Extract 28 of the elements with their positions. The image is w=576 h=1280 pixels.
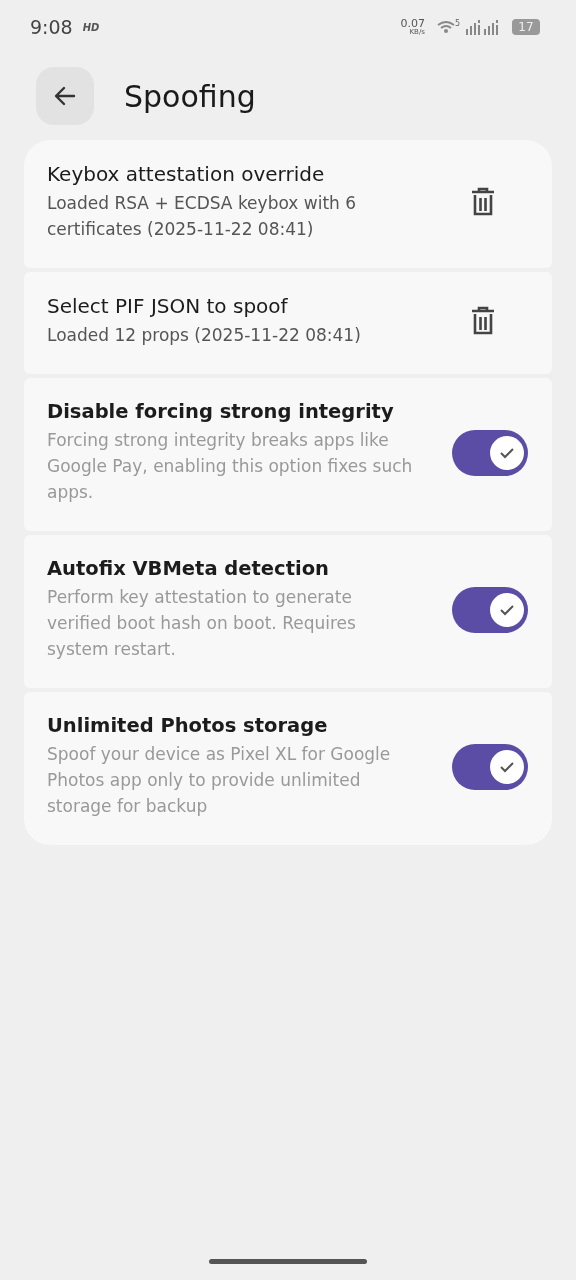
status-time: 9:08	[30, 16, 73, 38]
setting-description: Spoof your device as Pixel XL for Google Photos app only to provide unlimited storage for backup	[47, 743, 392, 818]
setting-description: Loaded 12 props (2025-11-22 08:41)	[47, 324, 362, 347]
setting-item[interactable]: Select PIF JSON to spoof Loaded 12 props (2025-11-22 08:41)	[24, 272, 552, 374]
delete-icon[interactable]	[470, 187, 496, 217]
setting-title: Autofix VBMeta detection	[47, 557, 330, 580]
toggle-switch[interactable]	[452, 743, 528, 790]
page-title: Spoofing	[124, 78, 256, 114]
setting-title: Select PIF JSON to spoof	[47, 294, 289, 318]
battery-indicator: 17	[512, 19, 540, 35]
setting-title: Keybox attestation override	[47, 162, 326, 186]
network-speed: 0.07	[400, 18, 425, 29]
wifi-icon	[436, 20, 455, 34]
setting-item[interactable]: Keybox attestation override Loaded RSA + ECDSA keybox with 6 certificates (2025-11-22 08:41)	[24, 140, 552, 268]
setting-description: Forcing strong integrity breaks apps like Google Pay, enabling this option fixes such apps.	[47, 429, 414, 504]
toggle-switch[interactable]	[452, 586, 528, 633]
toggle-switch[interactable]	[452, 429, 528, 476]
delete-icon[interactable]	[470, 306, 496, 336]
setting-item[interactable]: Autofix VBMeta detection Perform key attestation to generate verified boot hash on boot. Requires system restart.	[24, 535, 552, 688]
setting-item[interactable]: Unlimited Photos storage Spoof your device as Pixel XL for Google Photos app only to provide unlimited storage for backup	[24, 692, 552, 845]
setting-title: Unlimited Photos storage	[47, 714, 329, 737]
wifi-band-label: 5	[454, 19, 460, 28]
setting-item[interactable]: Disable forcing strong integrity Forcing strong integrity breaks apps like Google Pay, enabling this option fixes such apps.	[24, 378, 552, 531]
setting-description: Perform key attestation to generate verified boot hash on boot. Requires system restart.	[47, 586, 357, 661]
back-button[interactable]	[36, 67, 94, 125]
setting-title: Disable forcing strong integrity	[47, 400, 395, 423]
hd-label: HD	[82, 21, 100, 33]
setting-description: Loaded RSA + ECDSA keybox with 6 certificates (2025-11-22 08:41)	[47, 192, 358, 241]
